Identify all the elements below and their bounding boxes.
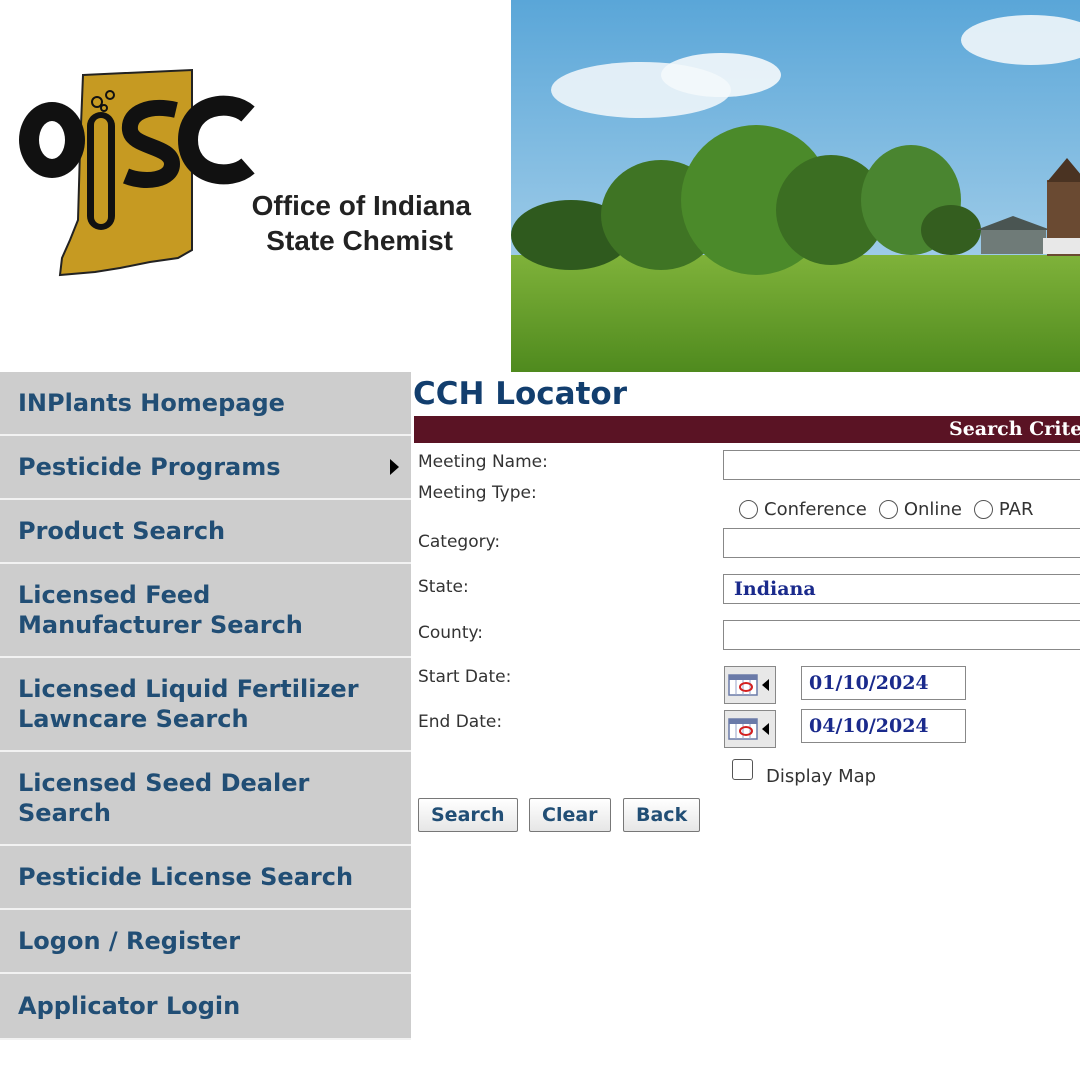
triangle-right-icon [390, 459, 399, 475]
back-button[interactable]: Back [623, 798, 701, 832]
indiana-state-logo-icon: Office of Indiana State Chemist [19, 68, 472, 277]
category-label: Category: [418, 532, 501, 552]
end-date-calendar-button[interactable] [724, 710, 776, 748]
sidebar-item-inplants-homepage[interactable]: INPlants Homepage [0, 372, 411, 436]
page-title: CCH Locator [413, 376, 627, 412]
state-select[interactable]: Indiana [723, 574, 1080, 604]
radio-par[interactable]: PAR [973, 499, 1034, 520]
sidebar-item-product-search[interactable]: Product Search [0, 500, 411, 564]
search-button[interactable]: Search [418, 798, 518, 832]
radio-online[interactable]: Online [878, 499, 962, 520]
sidebar-item-label: INPlants Homepage [18, 389, 285, 417]
clear-button[interactable]: Clear [529, 798, 611, 832]
sidebar-nav: INPlants Homepage Pesticide Programs Pro… [0, 372, 411, 1042]
sidebar-item-label: Licensed Feed Manufacturer Search [18, 581, 303, 639]
radio-label: Conference [764, 499, 867, 520]
start-date-label: Start Date: [418, 667, 512, 687]
sidebar-item-licensed-feed-manufacturer-search[interactable]: Licensed Feed Manufacturer Search [0, 564, 411, 658]
sidebar-item-label: Applicator Login [18, 992, 241, 1020]
start-date-input[interactable]: 01/10/2024 [801, 666, 966, 700]
search-criteria-label: Search Crite [949, 418, 1080, 440]
sidebar-item-label: Licensed Seed Dealer Search [18, 769, 310, 827]
sidebar-item-label: Pesticide Programs [18, 453, 281, 481]
main-content: CCH Locator Search Crite Meeting Name: M… [411, 372, 1080, 1080]
display-map-label: Display Map [766, 766, 877, 787]
county-select[interactable] [723, 620, 1080, 650]
calendar-icon [728, 674, 769, 696]
state-label: State: [418, 577, 469, 597]
sidebar-item-pesticide-license-search[interactable]: Pesticide License Search [0, 846, 411, 910]
sidebar-item-label: Pesticide License Search [18, 863, 354, 891]
meeting-name-label: Meeting Name: [418, 452, 548, 472]
banner-image [511, 0, 1080, 372]
display-map-checkbox[interactable] [732, 759, 753, 780]
org-name-line1: Office of Indiana [252, 190, 472, 221]
category-select[interactable] [723, 528, 1080, 558]
sidebar-item-pesticide-programs[interactable]: Pesticide Programs [0, 436, 411, 500]
meeting-type-label: Meeting Type: [418, 483, 537, 503]
county-label: County: [418, 623, 484, 643]
radio-circle-icon [878, 500, 898, 519]
radio-circle-icon [973, 500, 993, 519]
start-date-calendar-button[interactable] [724, 666, 776, 704]
calendar-icon [728, 718, 769, 740]
end-date-label: End Date: [418, 712, 503, 732]
radio-label: Online [903, 499, 962, 520]
radio-label: PAR [998, 499, 1034, 520]
sidebar-item-logon-register[interactable]: Logon / Register [0, 910, 411, 974]
search-criteria-header: Search Crite [414, 416, 1080, 443]
sidebar-item-applicator-login[interactable]: Applicator Login [0, 974, 411, 1040]
sidebar-item-licensed-seed-dealer-search[interactable]: Licensed Seed Dealer Search [0, 752, 411, 846]
sidebar-item-label: Licensed Liquid Fertilizer Lawncare Sear… [18, 675, 359, 733]
farm-landscape-icon [511, 0, 1080, 372]
sidebar-item-label: Logon / Register [18, 927, 241, 955]
meeting-name-input[interactable] [723, 450, 1080, 480]
end-date-input[interactable]: 04/10/2024 [801, 709, 966, 743]
sidebar-item-label: Product Search [18, 517, 226, 545]
sidebar-item-licensed-liquid-fertilizer-lawncare-search[interactable]: Licensed Liquid Fertilizer Lawncare Sear… [0, 658, 411, 752]
meeting-type-radio-group: Conference Online PAR [739, 499, 1045, 520]
oisc-logo[interactable]: Office of Indiana State Chemist [0, 0, 511, 372]
org-name-line2: State Chemist [266, 225, 453, 256]
radio-conference[interactable]: Conference [739, 499, 867, 520]
radio-circle-icon [739, 500, 758, 519]
